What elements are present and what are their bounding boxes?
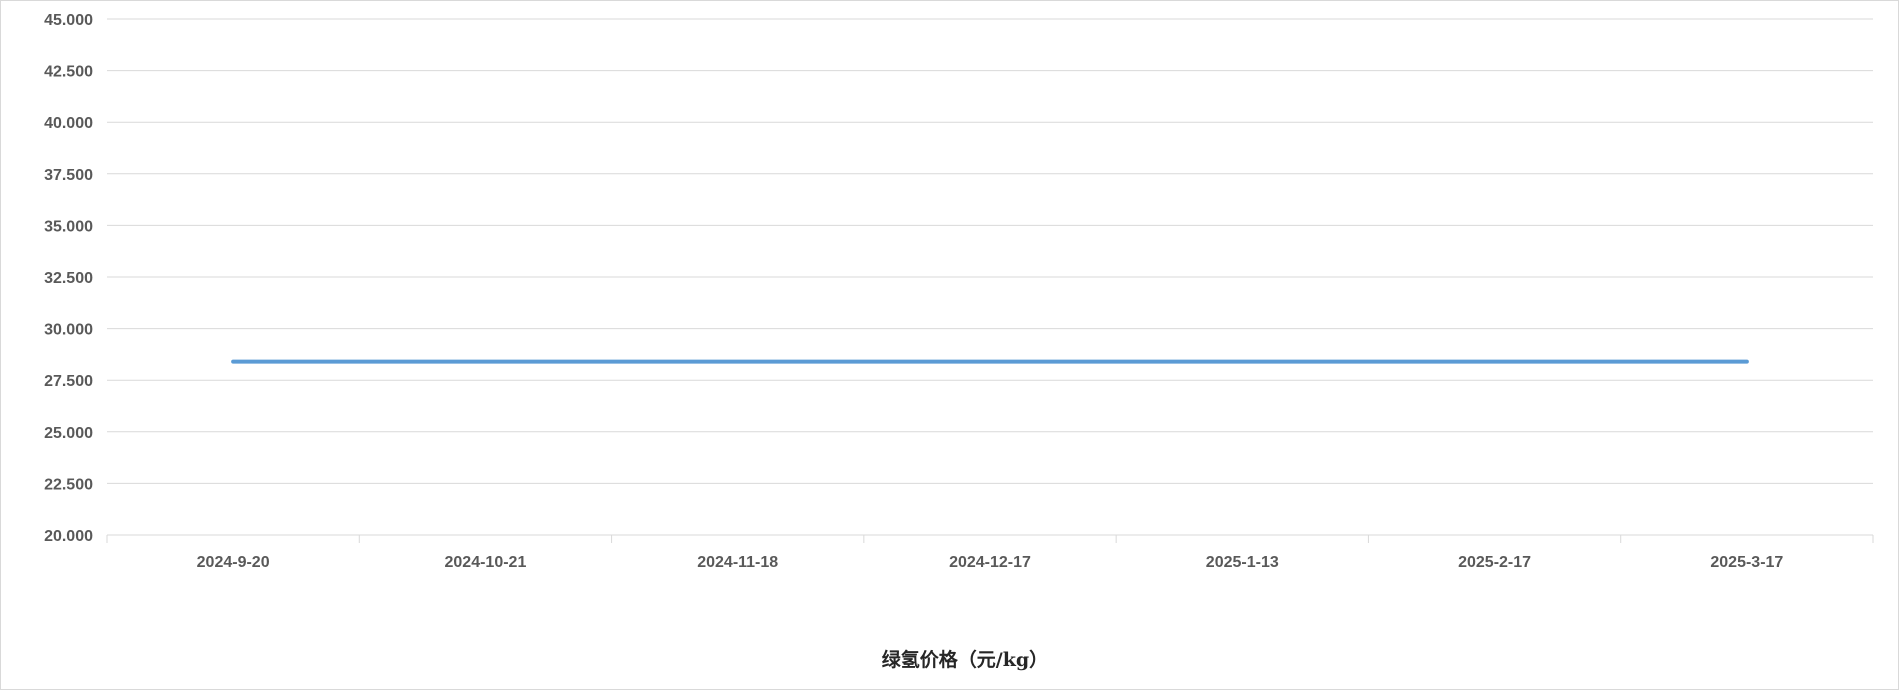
y-tick-label: 40.000 <box>44 115 93 132</box>
x-tick-label: 2024-12-17 <box>949 554 1031 571</box>
y-tick-label: 25.000 <box>44 425 93 442</box>
y-tick-label: 30.000 <box>44 322 93 339</box>
y-tick-label: 35.000 <box>44 218 93 235</box>
y-tick-label: 20.000 <box>44 528 93 545</box>
x-tick-label: 2024-11-18 <box>697 554 778 571</box>
x-tick-label: 2024-9-20 <box>197 554 270 571</box>
y-axis: 20.000 22.500 25.000 27.500 30.000 32.500 35.0… <box>44 12 93 545</box>
x-tick-label: 2024-10-21 <box>445 554 527 571</box>
y-tick-label: 22.500 <box>44 476 93 493</box>
y-tick-label: 45.000 <box>44 12 93 29</box>
gridlines <box>107 18 1873 536</box>
x-tick-label: 2025-3-17 <box>1710 554 1783 571</box>
x-axis: 2024-9-20 2024-10-21 2024-11-18 2024-12-17 2… <box>106 534 1874 571</box>
y-tick-label: 27.500 <box>44 373 93 390</box>
x-tick-label: 2025-2-17 <box>1458 554 1531 571</box>
line-chart: 20.000 22.500 25.000 27.500 30.000 32.500 35.0… <box>44 12 1874 671</box>
y-tick-label: 42.500 <box>44 64 93 81</box>
y-tick-label: 32.500 <box>44 270 93 287</box>
x-axis-caption: 绿氢价格（元/kg） <box>882 648 1048 671</box>
y-tick-label: 37.500 <box>44 167 93 184</box>
x-tick-label: 2025-1-13 <box>1206 554 1279 571</box>
